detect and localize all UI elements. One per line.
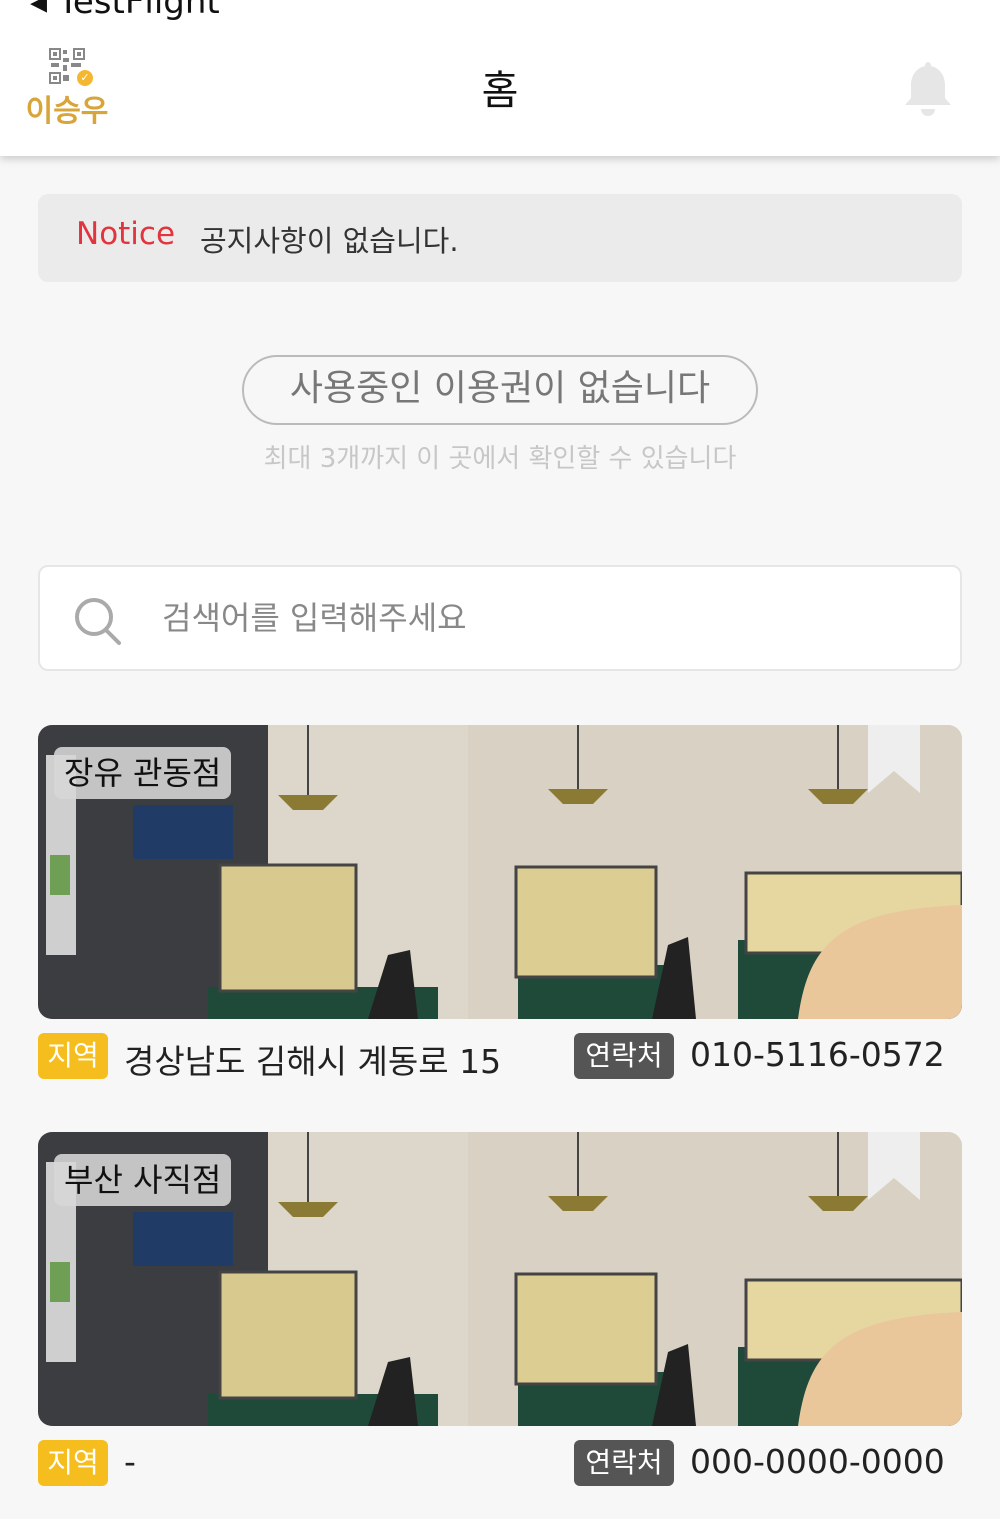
store-name: 장유 관동점 <box>54 747 232 799</box>
notice-label: Notice <box>76 216 176 252</box>
store-phone[interactable]: 010-5116-0572 <box>690 1035 945 1074</box>
store-info-row: 지역 경상남도 김해시 계동로 15 연락처 010-5116-0572 <box>38 1027 962 1089</box>
contact-badge: 연락처 <box>574 1440 674 1486</box>
region-badge: 지역 <box>38 1033 108 1079</box>
page-title: 홈 <box>481 68 519 114</box>
store-photo[interactable]: 부산 사직점 <box>38 1132 962 1426</box>
notice-banner[interactable]: Notice 공지사항이 없습니다. <box>38 194 962 282</box>
search-icon <box>75 598 121 645</box>
pass-status-hint: 최대 3개까지 이 곳에서 확인할 수 있습니다 <box>263 444 737 474</box>
store-phone[interactable]: 000-0000-0000 <box>690 1442 945 1481</box>
pass-status-pill[interactable]: 사용중인 이용권이 없습니다 <box>242 355 758 425</box>
contact-badge: 연락처 <box>574 1033 674 1079</box>
store-region: - <box>124 1442 136 1481</box>
store-region: 경상남도 김해시 계동로 15 <box>124 1042 502 1081</box>
store-info-row: 지역 - 연락처 000-0000-0000 <box>38 1434 962 1496</box>
search-bar[interactable] <box>38 565 962 671</box>
region-badge: 지역 <box>38 1440 108 1486</box>
store-card[interactable]: 부산 사직점 지역 - 연락처 000-0000-0000 <box>38 1132 962 1496</box>
status-bar: ◂ TestFlight <box>0 0 1000 22</box>
search-input[interactable] <box>162 589 922 647</box>
bookmark-icon[interactable] <box>866 725 922 795</box>
store-photo[interactable]: 장유 관동점 <box>38 725 962 1019</box>
app-header: ◂ TestFlight ✓ 이승우 홈 <box>0 0 1000 156</box>
notice-text: 공지사항이 없습니다. <box>200 224 459 258</box>
bookmark-icon[interactable] <box>866 1132 922 1202</box>
testflight-back-link[interactable]: ◂ TestFlight <box>30 0 220 22</box>
store-card[interactable]: 장유 관동점 지역 경상남도 김해시 계동로 15 연락처 010-5116-0… <box>38 725 962 1089</box>
store-name: 부산 사직점 <box>54 1154 232 1206</box>
bell-icon[interactable] <box>900 58 956 118</box>
